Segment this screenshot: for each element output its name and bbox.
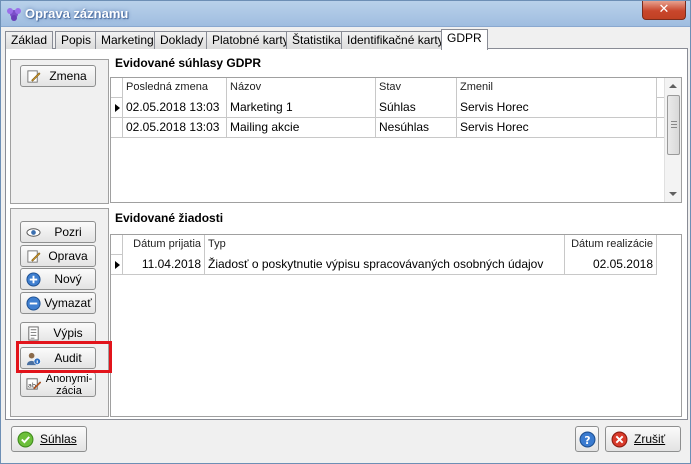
tab-marketing[interactable]: Marketing bbox=[95, 31, 160, 49]
requests-col-type[interactable]: Typ bbox=[205, 235, 565, 255]
delete-button[interactable]: Vymazať bbox=[20, 292, 96, 314]
cell-realized: 02.05.2018 bbox=[565, 255, 657, 275]
delete-label: Vymazať bbox=[44, 296, 92, 310]
gdpr-tab-content: Zmena Evidované súhlasy GDPR Posledná zm… bbox=[5, 49, 688, 420]
consents-col-changed-by[interactable]: Zmenil bbox=[457, 78, 657, 98]
plus-circle-icon bbox=[26, 272, 41, 287]
cell-last-change: 02.05.2018 13:03 bbox=[123, 118, 227, 138]
close-circle-icon bbox=[611, 431, 628, 448]
scroll-down-arrow-icon[interactable] bbox=[669, 192, 677, 196]
change-consent-label: Zmena bbox=[49, 69, 87, 83]
current-row-arrow-icon bbox=[115, 104, 120, 112]
pencil-paper-icon bbox=[27, 250, 41, 263]
consents-header-row: Posledná zmena Názov Stav Zmenil bbox=[111, 78, 681, 98]
close-button[interactable]: ✕ bbox=[642, 1, 686, 20]
cell-status: Súhlas bbox=[376, 98, 457, 118]
row-indicator bbox=[111, 98, 123, 118]
edit-button[interactable]: Oprava bbox=[20, 245, 96, 267]
cell-changed-by: Servis Horec bbox=[457, 118, 657, 138]
cell-name: Mailing akcie bbox=[227, 118, 376, 138]
anonymize-button[interactable]: ab Anonymi- zácia bbox=[20, 372, 96, 397]
anonymize-label: Anonymi- zácia bbox=[45, 373, 93, 397]
help-icon: ? bbox=[579, 431, 596, 448]
report-label: Výpis bbox=[53, 326, 83, 340]
app-icon bbox=[7, 8, 21, 21]
audit-highlight-box bbox=[16, 341, 112, 373]
requests-col-received[interactable]: Dátum prijatia bbox=[123, 235, 205, 255]
minus-circle-icon bbox=[26, 296, 41, 311]
cancel-label: Zrušiť bbox=[634, 432, 666, 446]
cell-type: Žiadosť o poskytnutie výpisu spracovávan… bbox=[205, 255, 565, 275]
consents-title: Evidované súhlasy GDPR bbox=[115, 56, 262, 70]
check-circle-icon bbox=[17, 431, 34, 448]
current-row-arrow-icon bbox=[115, 261, 120, 269]
title-bar: Oprava záznamu ✕ bbox=[1, 1, 690, 27]
window-title: Oprava záznamu bbox=[25, 6, 129, 21]
requests-section: Evidované žiadosti Dátum prijatia Typ Dá… bbox=[110, 207, 684, 418]
table-row[interactable]: 11.04.2018 Žiadosť o poskytnutie výpisu … bbox=[111, 255, 657, 275]
requests-col-realized[interactable]: Dátum realizácie bbox=[565, 235, 657, 255]
requests-header-row: Dátum prijatia Typ Dátum realizácie bbox=[111, 235, 657, 255]
scroll-up-arrow-icon[interactable] bbox=[669, 84, 677, 88]
document-list-icon bbox=[28, 326, 39, 341]
tab-identifikacne-karty[interactable]: Identifikačné karty bbox=[341, 31, 450, 49]
change-consent-button[interactable]: Zmena bbox=[20, 65, 96, 87]
table-row[interactable]: 02.05.2018 13:03 Marketing 1 Súhlas Serv… bbox=[111, 98, 681, 118]
cell-name: Marketing 1 bbox=[227, 98, 376, 118]
pencil-paper-icon bbox=[27, 70, 41, 83]
view-label: Pozri bbox=[54, 225, 82, 239]
row-indicator bbox=[111, 255, 123, 275]
row-indicator-header bbox=[111, 78, 123, 98]
consent-button[interactable]: Súhlas bbox=[11, 426, 87, 452]
tab-gdpr[interactable]: GDPR bbox=[441, 29, 488, 50]
table-row[interactable]: 02.05.2018 13:03 Mailing akcie Nesúhlas … bbox=[111, 118, 681, 138]
tab-doklady[interactable]: Doklady bbox=[154, 31, 210, 49]
cell-status: Nesúhlas bbox=[376, 118, 457, 138]
consents-grid: Posledná zmena Názov Stav Zmenil 02.05.2… bbox=[110, 77, 682, 203]
tab-popis[interactable]: Popis bbox=[55, 31, 98, 49]
svg-text:?: ? bbox=[584, 434, 590, 447]
view-button[interactable]: Pozri bbox=[20, 221, 96, 243]
tab-strip: Základ Popis Marketing Doklady Platobné … bbox=[5, 29, 688, 50]
consents-col-last-change[interactable]: Posledná zmena bbox=[123, 78, 227, 98]
consent-label: Súhlas bbox=[40, 432, 77, 446]
consents-section: Evidované súhlasy GDPR Posledná zmena Ná… bbox=[110, 52, 684, 204]
scroll-thumb[interactable] bbox=[667, 95, 680, 155]
anonymize-icon: ab bbox=[26, 378, 41, 390]
help-button[interactable]: ? bbox=[575, 426, 599, 452]
tab-statistika[interactable]: Štatistika bbox=[286, 31, 347, 49]
cancel-button[interactable]: Zrušiť bbox=[605, 426, 681, 452]
requests-grid: Dátum prijatia Typ Dátum realizácie 11.0… bbox=[110, 234, 682, 417]
consents-col-status[interactable]: Stav bbox=[376, 78, 457, 98]
edit-record-window: Oprava záznamu ✕ Základ Popis Marketing … bbox=[0, 0, 691, 464]
consents-scrollbar[interactable] bbox=[664, 78, 681, 202]
new-label: Nový bbox=[54, 272, 82, 286]
requests-title: Evidované žiadosti bbox=[115, 211, 224, 225]
eye-icon bbox=[26, 228, 41, 237]
consents-toolbar: Zmena bbox=[10, 59, 109, 204]
cell-changed-by: Servis Horec bbox=[457, 98, 657, 118]
cell-received: 11.04.2018 bbox=[123, 255, 205, 275]
cell-last-change: 02.05.2018 13:03 bbox=[123, 98, 227, 118]
row-indicator-header bbox=[111, 235, 123, 255]
new-button[interactable]: Nový bbox=[20, 268, 96, 290]
tab-zaklad[interactable]: Základ bbox=[5, 31, 54, 49]
row-indicator bbox=[111, 118, 123, 138]
consents-col-name[interactable]: Názov bbox=[227, 78, 376, 98]
edit-label: Oprava bbox=[48, 249, 88, 263]
tab-platobne-karty[interactable]: Platobné karty bbox=[206, 31, 295, 49]
requests-toolbar: Pozri Oprava Nový Vymazať Výpis Audit ab… bbox=[10, 208, 109, 417]
